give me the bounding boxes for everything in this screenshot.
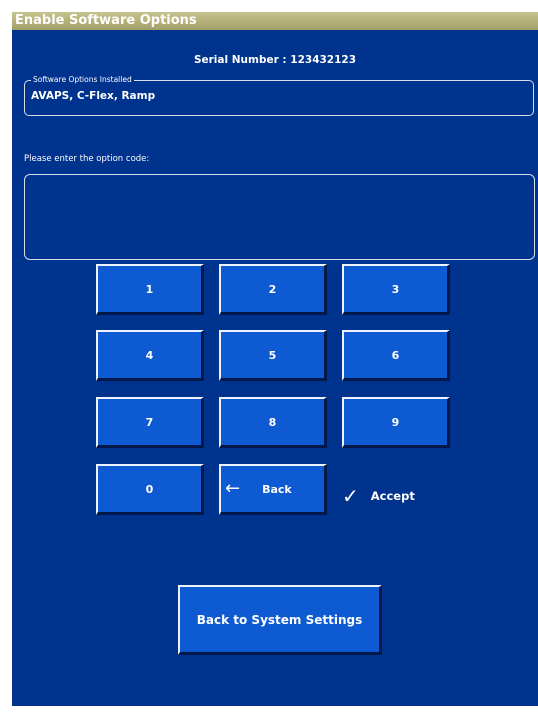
serial-number-label: Serial Number : — [193, 54, 287, 66]
key-6-label: 6 — [391, 348, 400, 362]
key-6[interactable]: 6 — [342, 330, 450, 381]
key-2-label: 2 — [268, 282, 277, 296]
back-to-system-settings-label: Back to System Settings — [196, 612, 363, 627]
key-8-label: 8 — [268, 415, 277, 429]
software-options-installed-box: Software Options Installed AVAPS, C-Flex… — [24, 74, 534, 116]
key-3-label: 3 — [391, 282, 400, 296]
back-button-label: Back — [262, 482, 292, 496]
key-7[interactable]: 7 — [96, 397, 204, 448]
key-9[interactable]: 9 — [342, 397, 450, 448]
key-1-label: 1 — [145, 282, 154, 296]
serial-number-row: Serial Number : 123432123 — [12, 54, 538, 66]
accept-button-label: Accept — [370, 489, 415, 503]
key-7-label: 7 — [145, 415, 154, 429]
key-8[interactable]: 8 — [219, 397, 327, 448]
back-button[interactable]: ← Back — [219, 464, 327, 515]
key-9-label: 9 — [391, 415, 400, 429]
key-4-label: 4 — [145, 348, 154, 362]
key-0[interactable]: 0 — [96, 464, 204, 515]
key-2[interactable]: 2 — [219, 264, 327, 315]
key-5-label: 5 — [268, 348, 277, 362]
software-options-installed-value: AVAPS, C-Flex, Ramp — [31, 90, 156, 102]
serial-number-value: 123432123 — [290, 54, 357, 66]
key-1[interactable]: 1 — [96, 264, 204, 315]
accept-button[interactable]: ✓ Accept — [342, 476, 452, 516]
left-arrow-icon: ← — [225, 478, 241, 499]
back-to-system-settings-button[interactable]: Back to System Settings — [178, 585, 382, 655]
window-title: Enable Software Options — [12, 12, 538, 30]
key-4[interactable]: 4 — [96, 330, 204, 381]
key-5[interactable]: 5 — [219, 330, 327, 381]
software-options-installed-legend: Software Options Installed — [31, 74, 134, 86]
key-0-label: 0 — [145, 482, 154, 496]
option-code-prompt: Please enter the option code: — [24, 154, 150, 164]
app-screen: Enable Software Options Serial Number : … — [12, 12, 538, 706]
key-3[interactable]: 3 — [342, 264, 450, 315]
checkmark-icon: ✓ — [342, 484, 359, 508]
option-code-input[interactable] — [24, 174, 535, 260]
